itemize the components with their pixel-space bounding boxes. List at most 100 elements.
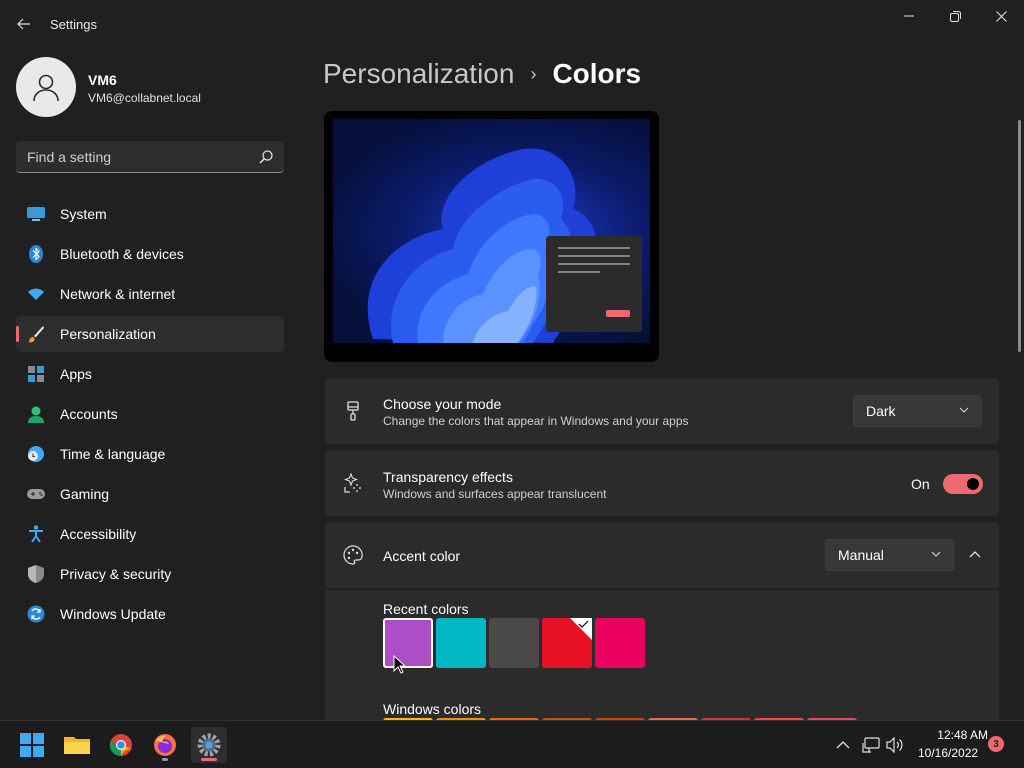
sidebar-item-label: System: [60, 206, 107, 222]
sidebar-item-apps[interactable]: Apps: [16, 356, 284, 392]
user-icon: [33, 74, 59, 102]
color-swatch[interactable]: [595, 618, 645, 668]
restore-icon: [949, 10, 961, 22]
firefox-icon: [154, 734, 176, 756]
sidebar-item-privacy[interactable]: Privacy & security: [16, 556, 284, 592]
sidebar-item-time-language[interactable]: Time & language: [16, 436, 284, 472]
chevron-up-icon: [969, 551, 981, 558]
toggle-state-label: On: [911, 476, 930, 492]
scrollbar-thumb[interactable]: [1018, 120, 1021, 352]
accent-card: Accent color Manual: [325, 522, 999, 588]
start-icon: [20, 733, 44, 757]
clock-time[interactable]: 12:48 AM: [918, 728, 988, 742]
sidebar-item-network[interactable]: Network & internet: [16, 276, 284, 312]
shield-icon: [27, 565, 45, 583]
close-button[interactable]: [978, 0, 1024, 32]
app-title: Settings: [50, 17, 97, 32]
back-button[interactable]: [10, 12, 38, 36]
chevron-up-icon: [836, 741, 850, 749]
sidebar-item-bluetooth[interactable]: Bluetooth & devices: [16, 236, 284, 272]
preview-window: [546, 236, 642, 332]
avatar[interactable]: [16, 57, 76, 117]
network-tray-button[interactable]: [861, 735, 881, 755]
color-swatch[interactable]: [383, 618, 433, 668]
color-swatch[interactable]: [489, 618, 539, 668]
bluetooth-icon: [27, 245, 45, 263]
network-icon: [862, 737, 880, 753]
monitor-icon: [27, 205, 45, 223]
transparency-description: Windows and surfaces appear translucent: [383, 487, 607, 501]
mode-dropdown-value: Dark: [866, 403, 896, 419]
breadcrumb-separator: ›: [530, 63, 537, 84]
minimize-icon: [904, 15, 914, 17]
sidebar-item-personalization[interactable]: Personalization: [16, 316, 284, 352]
restore-button[interactable]: [932, 0, 978, 32]
transparency-title: Transparency effects: [383, 469, 513, 485]
volume-icon: [886, 737, 903, 753]
sidebar-item-gaming[interactable]: Gaming: [16, 476, 284, 512]
sidebar-item-label: Privacy & security: [60, 566, 172, 582]
accent-dropdown[interactable]: Manual: [825, 539, 954, 571]
volume-tray-button[interactable]: [885, 735, 905, 755]
sidebar-item-accessibility[interactable]: Accessibility: [16, 516, 284, 552]
firefox-button[interactable]: [147, 727, 183, 763]
breadcrumb: Personalization › Colors: [323, 58, 641, 90]
file-explorer-icon: [64, 737, 90, 754]
active-indicator: [201, 758, 217, 761]
clock-date[interactable]: 10/16/2022: [918, 746, 978, 760]
sidebar-item-label: Gaming: [60, 486, 110, 502]
user-email: VM6@collabnet.local: [88, 91, 201, 105]
chevron-down-icon: [931, 551, 941, 557]
sidebar-item-label: Network & internet: [60, 286, 176, 302]
accent-title: Accent color: [383, 548, 461, 564]
show-hidden-icons-button[interactable]: [833, 735, 853, 755]
transparency-card: Transparency effects Windows and surface…: [325, 450, 999, 516]
minimize-button[interactable]: [886, 0, 932, 32]
sparkle-icon: [341, 471, 365, 495]
sidebar-item-system[interactable]: System: [16, 196, 284, 232]
sidebar-item-label: Personalization: [60, 326, 156, 342]
sidebar-item-label: Accessibility: [60, 526, 137, 542]
palette-icon: [341, 543, 365, 567]
notification-badge[interactable]: 3: [988, 736, 1004, 752]
sidebar-nav: System Bluetooth & devices Network & int…: [16, 196, 284, 636]
checkmark-icon: [570, 618, 592, 640]
clock-globe-icon: [27, 445, 45, 463]
accent-dropdown-value: Manual: [838, 547, 884, 563]
breadcrumb-parent[interactable]: Personalization: [323, 58, 514, 90]
sidebar-item-label: Time & language: [60, 446, 166, 462]
mode-dropdown[interactable]: Dark: [853, 395, 982, 427]
sidebar-item-accounts[interactable]: Accounts: [16, 396, 284, 432]
search-input[interactable]: [16, 141, 246, 172]
mode-description: Change the colors that appear in Windows…: [383, 414, 689, 428]
paintbrush-icon: [341, 399, 365, 423]
chrome-button[interactable]: [103, 727, 139, 763]
recent-colors-label: Recent colors: [383, 601, 469, 617]
search-box[interactable]: [16, 141, 284, 173]
apps-icon: [27, 365, 45, 383]
color-swatch[interactable]: [542, 618, 592, 668]
wifi-icon: [27, 285, 45, 303]
mouse-cursor-icon: [393, 655, 405, 674]
toggle-knob: [967, 478, 979, 490]
running-indicator: [162, 758, 168, 761]
preview-window-lines: [558, 247, 630, 317]
sidebar-item-label: Bluetooth & devices: [60, 246, 184, 262]
transparency-toggle[interactable]: [943, 474, 983, 494]
back-arrow-icon: [17, 18, 30, 30]
collapse-button[interactable]: [963, 543, 987, 567]
color-swatch[interactable]: [436, 618, 486, 668]
chrome-icon: [109, 734, 132, 757]
sidebar-item-windows-update[interactable]: Windows Update: [16, 596, 284, 632]
windows-colors-label: Windows colors: [383, 701, 482, 717]
gamepad-icon: [27, 485, 45, 503]
file-explorer-button[interactable]: [59, 727, 95, 763]
settings-icon: [197, 733, 221, 757]
start-button[interactable]: [14, 727, 50, 763]
settings-taskbar-button[interactable]: [191, 727, 227, 763]
mode-card: Choose your mode Change the colors that …: [325, 378, 999, 444]
search-icon: [259, 150, 273, 164]
close-icon: [995, 10, 1007, 22]
update-icon: [27, 605, 45, 623]
person-icon: [27, 405, 45, 423]
